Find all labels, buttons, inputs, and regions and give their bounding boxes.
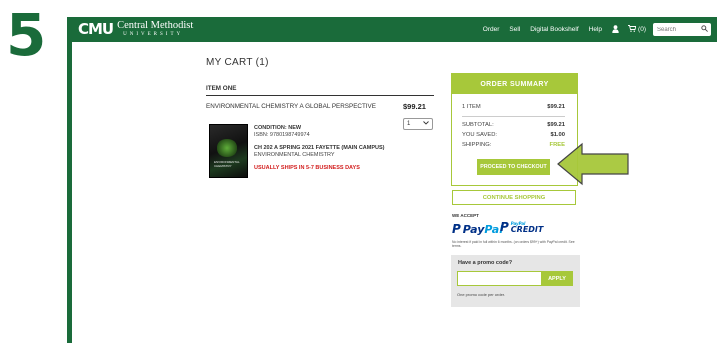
saved-label: YOU SAVED: [462, 132, 498, 138]
we-accept-label: WE ACCEPT [452, 213, 479, 218]
subtotal-value: $99.21 [547, 122, 565, 128]
shipping-label: SHIPPING: [462, 142, 492, 148]
book-cover-title: ENVIRONMENTAL CHEMISTRY [214, 160, 240, 168]
book-cover-image: ENVIRONMENTAL CHEMISTRY [209, 124, 248, 178]
cart-icon [628, 25, 637, 34]
subtotal-label: SUBTOTAL: [462, 122, 494, 128]
summary-subtotal-row: SUBTOTAL: $99.21 [462, 122, 565, 128]
nav-help[interactable]: Help [589, 26, 602, 33]
page-title: MY CART (1) [206, 57, 269, 68]
promo-code-panel: Have a promo code? APPLY One promo code … [451, 255, 580, 307]
logo-subtitle: UNIVERSITY [123, 32, 184, 37]
summary-items-label: 1 ITEM [462, 104, 481, 110]
step-number: 5 [6, 1, 47, 69]
paypal-terms-note: No interest if paid in full within 6 mon… [452, 240, 575, 249]
paypal-credit-big: CREDIT [510, 225, 544, 234]
shipping-note: USUALLY SHIPS IN 5-7 BUSINESS DAYS [254, 165, 360, 171]
university-logo[interactable]: CMU Central Methodist UNIVERSITY [78, 20, 193, 38]
cart-count: (0) [638, 26, 646, 33]
item-details: CONDITION: NEW ISBN: 9780198749974 CH 20… [254, 125, 385, 172]
promo-code-input[interactable] [457, 271, 541, 286]
item-condition: CONDITION: NEW [254, 125, 302, 131]
paypal-logo: P PayPal [452, 222, 503, 236]
nav-digital-bookshelf[interactable]: Digital Bookshelf [530, 26, 578, 33]
paypal-credit-wordmark: PayPal CREDIT [510, 221, 544, 234]
order-summary-title: ORDER SUMMARY [452, 74, 577, 94]
proceed-to-checkout-button[interactable]: PROCEED TO CHECKOUT [477, 159, 550, 175]
item-price: $99.21 [403, 102, 426, 111]
quantity-select[interactable]: 1 [403, 118, 433, 130]
nav-order[interactable]: Order [483, 26, 500, 33]
book-cover-art [216, 139, 238, 157]
search-box [653, 23, 711, 36]
item-title: ENVIRONMENTAL CHEMISTRY A GLOBAL PERSPEC… [206, 103, 376, 110]
summary-items-value: $99.21 [547, 104, 565, 110]
summary-saved-row: YOU SAVED: $1.00 [462, 132, 565, 138]
promo-note: One promo code per order. [457, 292, 506, 297]
paypal-credit-icon: P [500, 220, 509, 234]
summary-shipping-row: SHIPPING: FREE [462, 142, 565, 148]
saved-value: $1.00 [550, 132, 565, 138]
quantity-value: 1 [407, 121, 411, 127]
item-isbn: ISBN: 9780198749974 [254, 132, 310, 138]
continue-shopping-button[interactable]: CONTINUE SHOPPING [452, 190, 576, 205]
logo-mark: CMU [78, 20, 114, 38]
top-navigation-bar: CMU Central Methodist UNIVERSITY Order S… [72, 17, 717, 42]
logo-name: Central Methodist [117, 20, 194, 31]
item-heading: ITEM ONE [206, 85, 434, 96]
logo-text: Central Methodist UNIVERSITY [117, 20, 193, 38]
item-course-name: ENVIRONMENTAL CHEMISTRY [254, 152, 335, 158]
main-nav: Order Sell Digital Bookshelf Help (0) [473, 17, 711, 42]
paypal-wordmark: PayPal [463, 223, 503, 236]
pointer-arrow-icon [557, 142, 629, 186]
summary-divider [462, 116, 565, 117]
apply-button[interactable]: APPLY [541, 271, 573, 286]
user-icon[interactable] [612, 24, 619, 35]
promo-title: Have a promo code? [458, 260, 513, 266]
paypal-pay: Pay [462, 222, 485, 236]
search-input[interactable] [657, 26, 697, 33]
cart-nav-link[interactable]: (0) [628, 25, 646, 34]
nav-sell[interactable]: Sell [509, 26, 520, 33]
summary-items-row: 1 ITEM $99.21 [462, 104, 565, 110]
search-icon[interactable] [701, 25, 708, 34]
chevron-down-icon [423, 121, 429, 127]
item-course: CH 202 A SPRING 2021 FAYETTE (MAIN CAMPU… [254, 145, 385, 151]
paypal-icon: P [452, 222, 461, 236]
paypal-credit-logo: P PayPal CREDIT [500, 220, 543, 234]
